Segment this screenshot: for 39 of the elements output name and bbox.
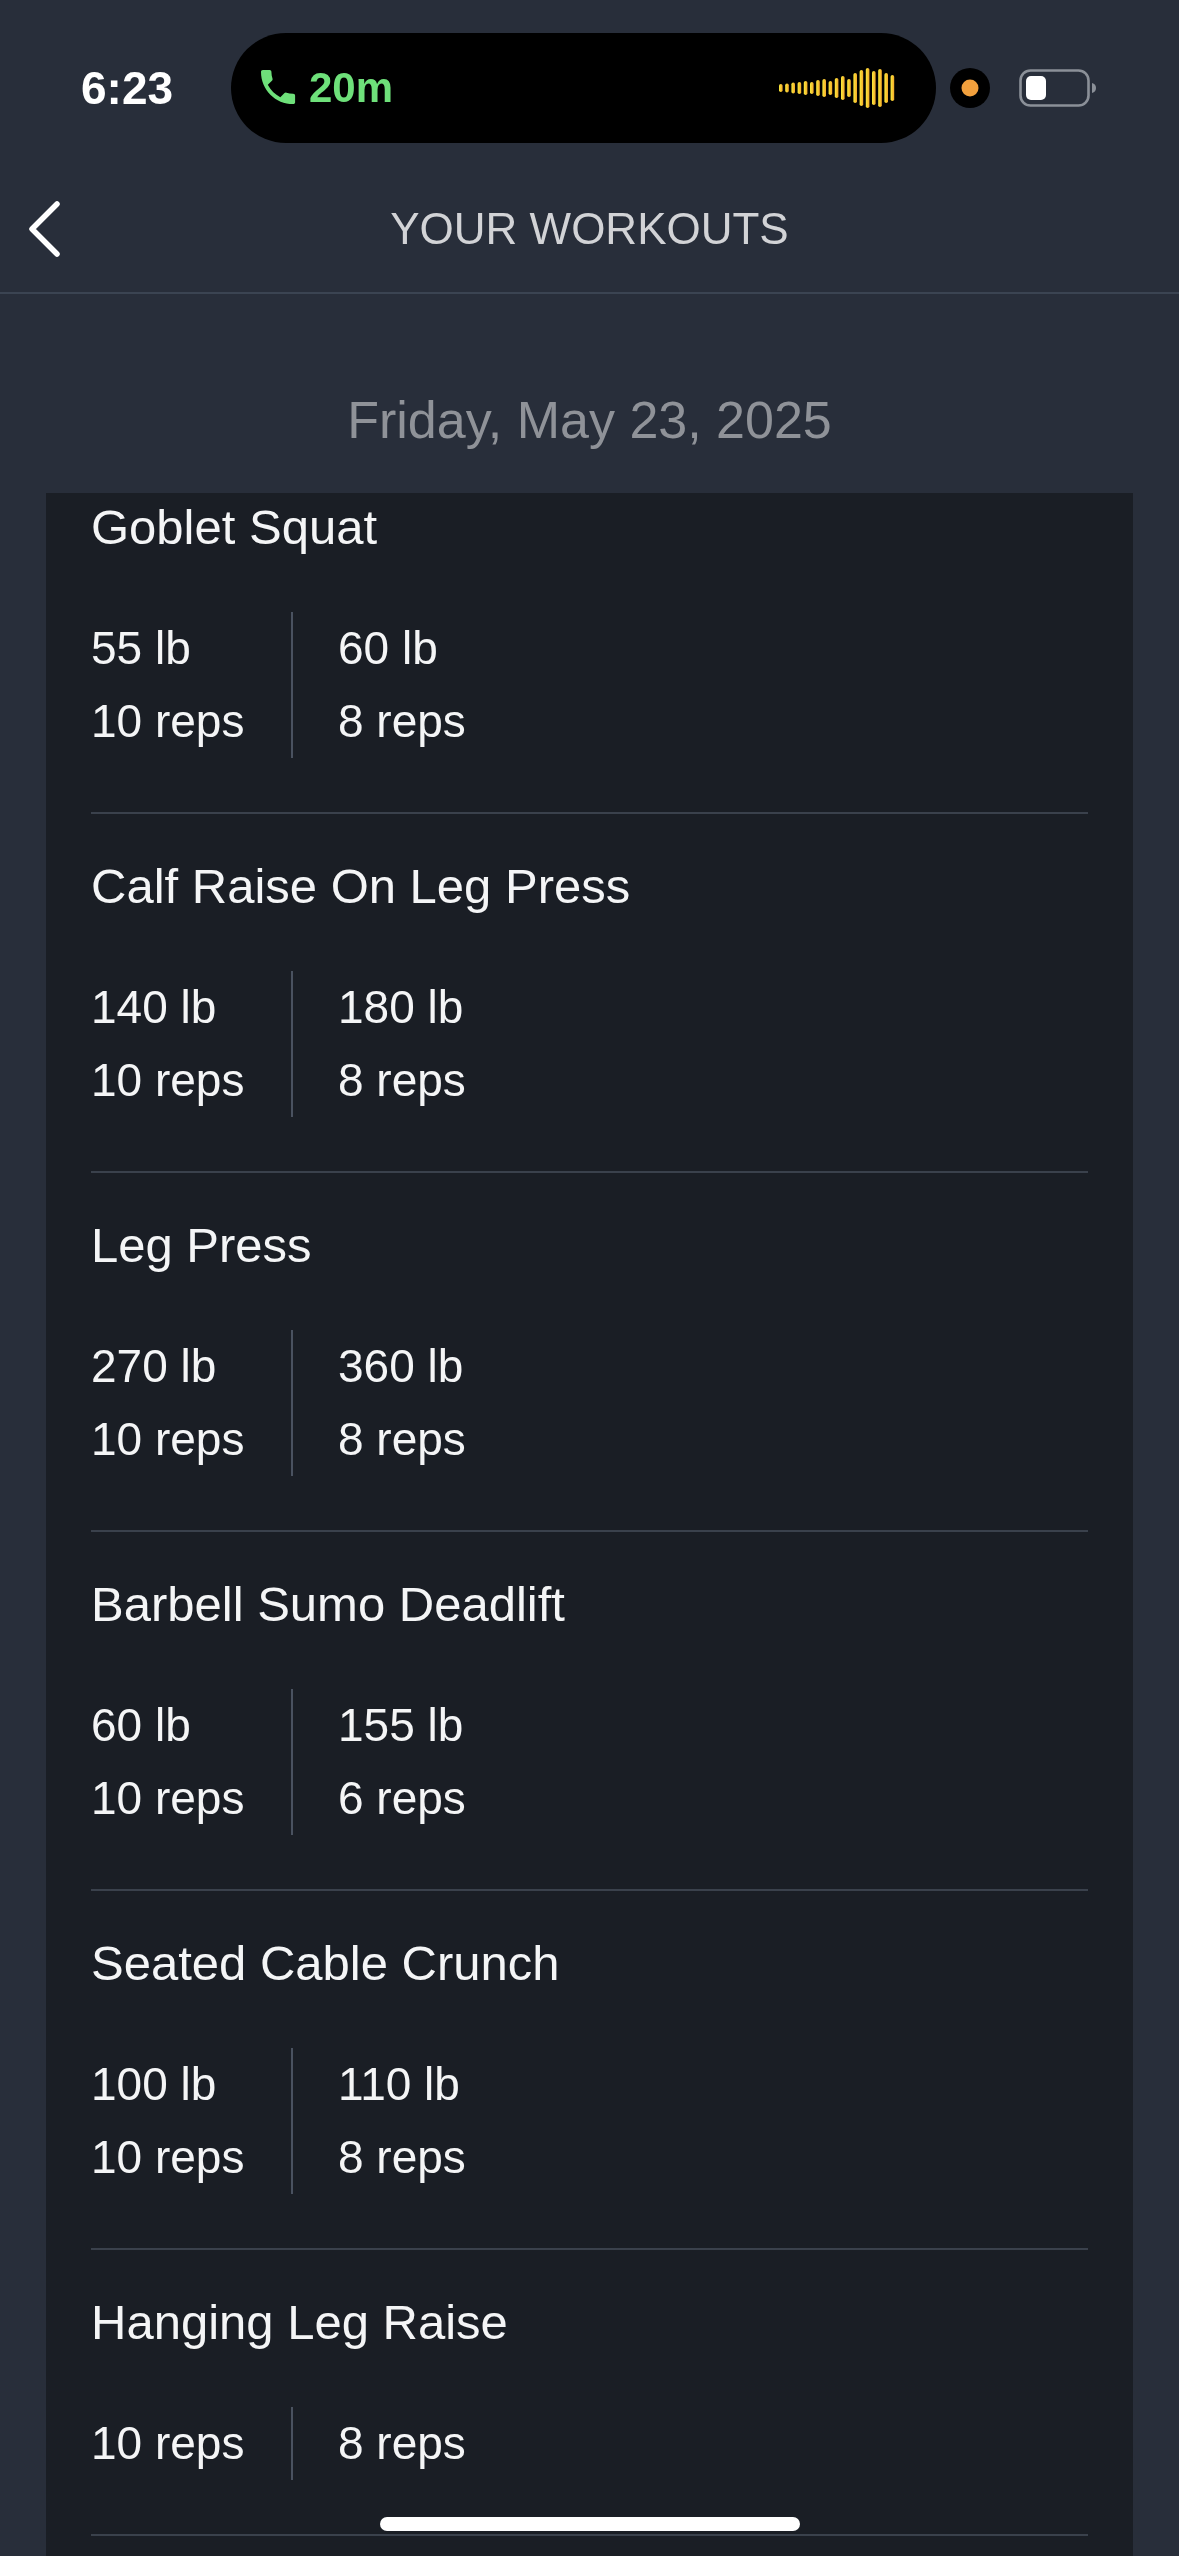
exercise-name: Seated Cable Crunch: [91, 1935, 561, 1992]
call-duration: 20m: [309, 64, 394, 112]
set-reps: 6 reps: [338, 1771, 467, 1826]
set-weight: 60 lb: [91, 1698, 192, 1753]
set-reps: 8 reps: [338, 1412, 467, 1467]
status-time: 6:23: [81, 61, 175, 115]
set-weight: 55 lb: [91, 621, 192, 676]
set-reps: 8 reps: [338, 2130, 467, 2185]
exercise-name: Barbell Sumo Deadlift: [91, 1576, 566, 1633]
phone-icon: [261, 69, 297, 107]
set-weight: 140 lb: [91, 980, 218, 1035]
exercise-name: Leg Press: [91, 1217, 313, 1274]
indicator-dot-icon: [950, 68, 990, 108]
set-weight: 155 lb: [338, 1698, 465, 1753]
battery-icon: [1019, 69, 1097, 107]
page-title: YOUR WORKOUTS: [390, 204, 789, 254]
call-pill[interactable]: 20m: [231, 33, 936, 143]
chevron-left-icon: [26, 200, 62, 258]
set-reps: 8 reps: [338, 694, 467, 749]
exercise-name: Hanging Leg Raise: [91, 2294, 509, 2351]
set-reps: 10 reps: [91, 1771, 246, 1826]
set-weight: 270 lb: [91, 1339, 218, 1394]
set-reps: 8 reps: [338, 1053, 467, 1108]
set-reps: 10 reps: [91, 694, 246, 749]
set-reps: 8 reps: [338, 2416, 467, 2471]
waveform-icon: [779, 68, 895, 108]
set-weight: 180 lb: [338, 980, 465, 1035]
set-reps: 10 reps: [91, 1053, 246, 1108]
set-reps: 10 reps: [91, 2130, 246, 2185]
set-reps: 10 reps: [91, 2416, 246, 2471]
set-weight: 100 lb: [91, 2057, 218, 2112]
workout-date: Friday, May 23, 2025: [346, 390, 833, 451]
back-button[interactable]: [26, 200, 62, 258]
set-weight: 60 lb: [338, 621, 439, 676]
set-reps: 10 reps: [91, 1412, 246, 1467]
set-weight: 360 lb: [338, 1339, 465, 1394]
exercise-name: Calf Raise On Leg Press: [91, 858, 632, 915]
exercise-name: Goblet Squat: [91, 499, 379, 556]
set-weight: 110 lb: [338, 2057, 461, 2112]
